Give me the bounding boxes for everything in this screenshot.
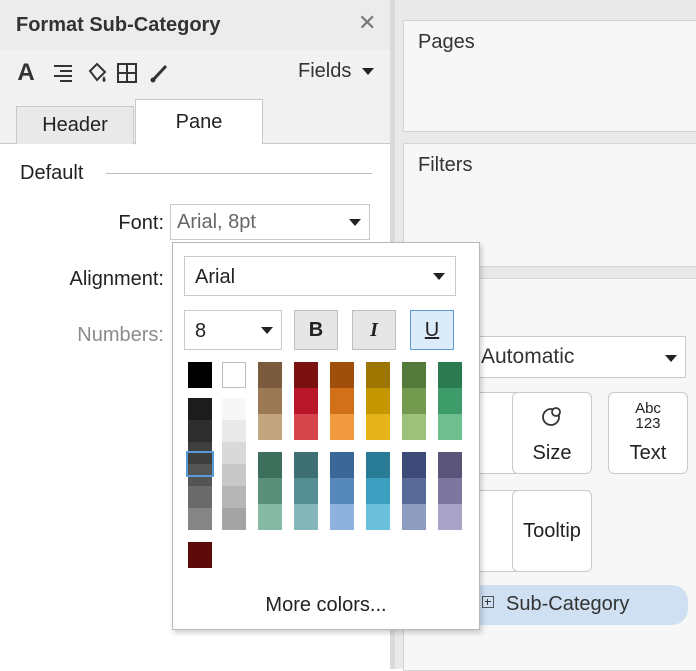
color-swatch[interactable]	[188, 398, 212, 420]
format-pane-title: Format Sub-Category	[16, 14, 221, 36]
borders-format-icon[interactable]	[114, 60, 140, 86]
alignment-label: Alignment:	[69, 268, 165, 290]
font-label: Font:	[118, 212, 164, 234]
chevron-down-icon	[261, 327, 273, 334]
tooltip-mark-button[interactable]: Tooltip	[512, 490, 592, 572]
color-swatch[interactable]	[188, 486, 212, 508]
lines-format-icon[interactable]	[146, 60, 172, 86]
color-swatch[interactable]	[438, 362, 462, 388]
text-label: Text	[629, 442, 667, 464]
color-swatch[interactable]	[330, 504, 354, 530]
color-swatch[interactable]	[438, 504, 462, 530]
chevron-down-icon	[665, 355, 677, 362]
color-swatch[interactable]	[222, 442, 246, 464]
chevron-down-icon	[433, 273, 445, 280]
color-swatch[interactable]	[258, 478, 282, 504]
color-swatch[interactable]	[222, 362, 246, 388]
color-swatch[interactable]	[294, 388, 318, 414]
more-colors-link[interactable]: More colors...	[172, 594, 480, 617]
color-swatch[interactable]	[402, 504, 426, 530]
pages-shelf-title: Pages	[418, 31, 475, 53]
bold-button[interactable]: B	[294, 310, 338, 350]
font-dropdown[interactable]: Arial, 8pt	[170, 204, 370, 240]
fields-label: Fields	[298, 60, 352, 82]
section-label-default: Default	[20, 162, 84, 184]
color-swatch[interactable]	[366, 452, 390, 478]
color-swatch[interactable]	[188, 420, 212, 442]
tooltip-label: Tooltip	[523, 520, 581, 542]
section-divider	[106, 173, 372, 174]
color-swatch[interactable]	[366, 414, 390, 440]
font-size-value: 8	[195, 320, 207, 342]
color-swatch[interactable]	[258, 414, 282, 440]
font-size-dropdown[interactable]: 8	[184, 310, 282, 350]
color-swatch[interactable]	[258, 504, 282, 530]
chevron-down-icon	[361, 68, 374, 76]
color-swatch[interactable]	[330, 478, 354, 504]
color-swatch[interactable]	[366, 504, 390, 530]
color-swatch[interactable]	[438, 414, 462, 440]
font-format-icon[interactable]: A	[14, 59, 38, 86]
color-swatch[interactable]	[438, 478, 462, 504]
filters-shelf-title: Filters	[418, 154, 473, 176]
color-swatch[interactable]	[188, 362, 212, 388]
pages-shelf[interactable]: Pages	[403, 20, 696, 132]
color-swatch[interactable]	[294, 452, 318, 478]
color-swatch[interactable]	[188, 508, 212, 530]
color-swatch[interactable]	[294, 362, 318, 388]
font-family-value: Arial	[195, 266, 236, 288]
color-swatch[interactable]	[438, 388, 462, 414]
expand-icon[interactable]	[482, 596, 494, 608]
size-label: Size	[532, 442, 572, 464]
underline-button[interactable]: U	[410, 310, 454, 350]
color-swatch[interactable]	[330, 362, 354, 388]
tab-header[interactable]: Header	[16, 106, 134, 144]
color-swatch[interactable]	[258, 452, 282, 478]
tab-pane[interactable]: Pane	[135, 99, 263, 145]
color-swatch[interactable]	[366, 478, 390, 504]
mark-type-value: Automatic	[481, 345, 575, 368]
size-icon	[542, 407, 561, 426]
color-swatch[interactable]	[222, 464, 246, 486]
color-swatch[interactable]	[402, 414, 426, 440]
format-pane-header: Format Sub-Category ✕	[0, 0, 390, 50]
color-swatch[interactable]	[222, 398, 246, 420]
color-swatch[interactable]	[330, 388, 354, 414]
color-swatch[interactable]	[330, 452, 354, 478]
color-swatch[interactable]	[402, 388, 426, 414]
color-swatch[interactable]	[294, 478, 318, 504]
font-value: Arial, 8pt	[177, 211, 256, 233]
font-family-dropdown[interactable]: Arial	[184, 256, 456, 296]
chevron-down-icon	[349, 219, 361, 226]
color-swatch[interactable]	[294, 504, 318, 530]
sub-category-pill[interactable]: Sub-Category	[460, 585, 688, 625]
color-swatch[interactable]	[402, 452, 426, 478]
alignment-format-icon[interactable]	[50, 60, 76, 86]
font-popup	[172, 242, 480, 630]
shading-format-icon[interactable]	[84, 60, 110, 86]
color-swatch[interactable]	[438, 452, 462, 478]
pill-label: Sub-Category	[506, 593, 630, 615]
color-swatch[interactable]	[402, 362, 426, 388]
fields-dropdown[interactable]: Fields	[298, 60, 374, 83]
color-swatch[interactable]	[402, 478, 426, 504]
color-swatch[interactable]	[258, 388, 282, 414]
size-mark-button[interactable]: Size	[512, 392, 592, 474]
color-swatch[interactable]	[222, 508, 246, 530]
recent-color-swatch[interactable]	[188, 542, 212, 568]
mark-type-dropdown[interactable]: Automatic	[456, 336, 686, 378]
italic-button[interactable]: I	[352, 310, 396, 350]
abc-123-icon: Abc 123	[635, 400, 661, 432]
color-swatch[interactable]	[222, 486, 246, 508]
color-swatch[interactable]	[366, 388, 390, 414]
text-mark-button[interactable]: Abc 123 Text	[608, 392, 688, 474]
color-swatch[interactable]	[258, 362, 282, 388]
color-swatch[interactable]	[366, 362, 390, 388]
close-icon[interactable]: ✕	[358, 10, 376, 36]
selected-color-indicator	[186, 451, 214, 477]
color-swatch[interactable]	[222, 420, 246, 442]
numbers-label: Numbers:	[77, 324, 164, 346]
color-swatch[interactable]	[330, 414, 354, 440]
color-swatch[interactable]	[294, 414, 318, 440]
